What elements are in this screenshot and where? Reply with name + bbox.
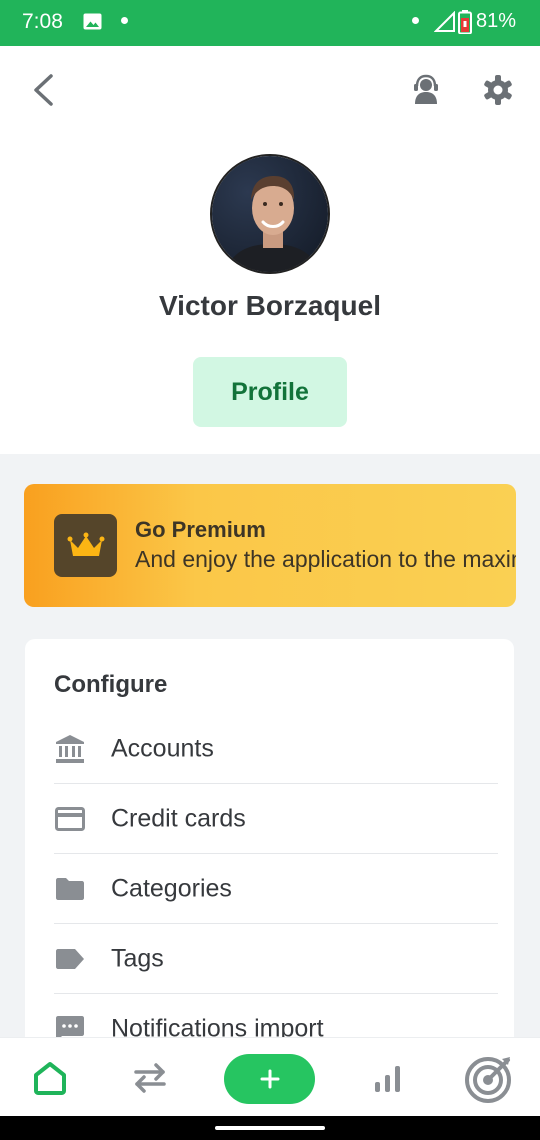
add-icon [260, 1069, 279, 1089]
support-icon [414, 74, 438, 104]
premium-subtitle: And enjoy the application to the maximum [135, 546, 516, 572]
profile-button[interactable]: Profile [193, 357, 347, 427]
signal-icon [434, 11, 455, 32]
menu-item-categories[interactable]: Categories [54, 854, 498, 924]
menu-label-credit-cards: Credit cards [111, 804, 246, 833]
avatar-image [212, 156, 328, 272]
home-gesture-handle[interactable] [215, 1126, 325, 1130]
configure-title: Configure [54, 671, 168, 698]
bottom-tab-bar [0, 1037, 540, 1116]
menu-label-categories: Categories [111, 874, 232, 903]
configure-card: Configure Accounts Credit cards Categori… [25, 639, 514, 1059]
battery-percent: 81% [476, 10, 517, 32]
bank-icon [54, 733, 86, 765]
home-icon [34, 1061, 66, 1095]
goal-icon [465, 1056, 511, 1103]
credit-card-icon [54, 803, 86, 835]
stats-icon [375, 1065, 400, 1092]
avatar [210, 154, 330, 274]
support-button[interactable] [404, 68, 448, 112]
menu-item-credit-cards[interactable]: Credit cards [54, 784, 498, 854]
notification-dot [412, 17, 419, 24]
back-button[interactable] [22, 68, 62, 112]
status-bar: 7:08 81% [0, 0, 540, 46]
notification-dot [121, 17, 128, 24]
tab-home[interactable] [20, 1038, 80, 1117]
crown-icon [67, 532, 104, 556]
status-time: 7:08 [22, 10, 63, 33]
menu-label-tags: Tags [111, 944, 164, 973]
back-arrow-icon [34, 74, 53, 106]
menu-label-accounts: Accounts [111, 734, 214, 763]
menu-item-tags[interactable]: Tags [54, 924, 498, 994]
tag-icon [54, 943, 86, 975]
transfer-icon [134, 1062, 166, 1093]
battery-icon [458, 10, 472, 34]
crown-badge [54, 514, 117, 577]
go-premium-banner[interactable]: Go Premium And enjoy the application to … [24, 484, 516, 607]
system-nav-bar [0, 1116, 540, 1140]
premium-title: Go Premium [135, 517, 266, 542]
profile-header: Victor Borzaquel Profile [0, 46, 540, 454]
add-button[interactable] [224, 1054, 315, 1104]
image-icon [83, 13, 102, 30]
tab-transactions[interactable] [120, 1038, 180, 1117]
tab-goals[interactable] [460, 1038, 520, 1117]
tab-stats[interactable] [358, 1038, 418, 1117]
folder-icon [54, 873, 86, 905]
user-name: Victor Borzaquel [159, 290, 381, 321]
menu-item-accounts[interactable]: Accounts [54, 714, 498, 784]
settings-button[interactable] [476, 68, 520, 112]
gear-icon [484, 75, 512, 105]
